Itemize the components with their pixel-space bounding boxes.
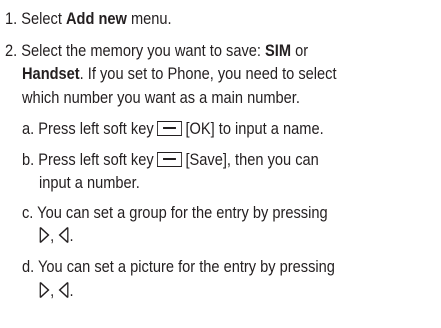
- step-2-text: Select the memory you want to save:: [21, 41, 266, 60]
- substep-c-letter: c.: [22, 203, 34, 222]
- left-soft-key-icon: [157, 121, 183, 136]
- navigation-right-icon: [39, 281, 50, 304]
- substep-b-line-1: b. Press left soft key [Save], then you c…: [22, 150, 319, 170]
- substep-b-continued: input a number.: [39, 173, 140, 192]
- navigation-left-icon: [58, 226, 69, 249]
- substep-c-comma: ,: [50, 226, 55, 245]
- step-2-or: or: [291, 41, 309, 60]
- step-2-line-2: Handset. If you set to Phone, you need t…: [22, 64, 337, 84]
- substep-a: a. Press left soft key [OK] to input a na…: [22, 119, 324, 139]
- substep-a-text-after: [OK] to input a name.: [185, 119, 324, 138]
- substep-b-line-2: input a number.: [39, 173, 140, 193]
- substep-d-line-2: , .: [39, 281, 74, 304]
- step-2-line-1: 2. Select the memory you want to save: S…: [5, 41, 308, 61]
- step-2-line-3: which number you want as a main number.: [22, 88, 300, 108]
- instruction-page: 1. Select Add new menu. 2. Select the me…: [0, 0, 441, 328]
- substep-b-text-after: [Save], then you can: [185, 150, 319, 169]
- substep-a-text-before: Press left soft key: [38, 119, 154, 138]
- navigation-left-icon: [58, 281, 69, 304]
- handset-label: Handset: [22, 64, 80, 83]
- step-1-text-after: menu.: [126, 9, 172, 28]
- step-2-main-number-text: which number you want as a main number.: [22, 88, 300, 107]
- step-1-text-before: Select: [21, 9, 66, 28]
- add-new-menu-label: Add new: [65, 9, 127, 28]
- step-1: 1. Select Add new menu.: [5, 9, 172, 29]
- substep-c-text: You can set a group for the entry by pre…: [37, 203, 328, 222]
- substep-c-line-2: , .: [39, 226, 74, 249]
- substep-d-text: You can set a picture for the entry by p…: [38, 257, 335, 276]
- substep-c-period: .: [69, 226, 74, 245]
- navigation-right-icon: [39, 226, 50, 249]
- substep-d-letter: d.: [22, 257, 35, 276]
- substep-c-line-1: c. You can set a group for the entry by …: [22, 203, 328, 223]
- substep-a-letter: a.: [22, 119, 35, 138]
- step-1-number: 1.: [5, 9, 18, 28]
- left-soft-key-icon: [157, 152, 183, 167]
- step-2-phone-text: . If you set to Phone, you need to selec…: [79, 64, 337, 83]
- substep-b-text-before: Press left soft key: [38, 150, 154, 169]
- step-2-number: 2.: [5, 41, 18, 60]
- substep-d-comma: ,: [50, 281, 55, 300]
- substep-b-letter: b.: [22, 150, 35, 169]
- substep-d-line-1: d. You can set a picture for the entry b…: [22, 257, 335, 277]
- substep-d-period: .: [69, 281, 74, 300]
- sim-label: SIM: [265, 41, 292, 60]
